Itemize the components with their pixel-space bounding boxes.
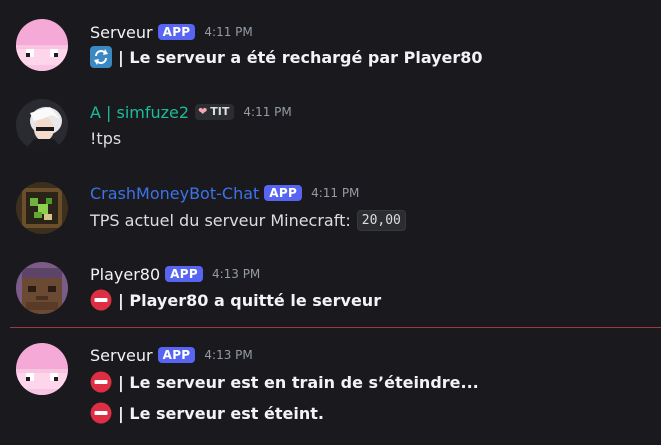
refresh-icon <box>90 46 112 68</box>
no-entry-icon <box>90 402 112 424</box>
no-entry-icon <box>90 289 112 311</box>
app-badge: APP <box>157 347 196 363</box>
message-text: | Player80 a quitté le serveur <box>118 290 382 310</box>
heart-icon: ❤ <box>198 105 208 118</box>
timestamp[interactable]: 4:11 PM <box>311 186 359 200</box>
message-line: TPS actuel du serveur Minecraft: 20,00 <box>90 208 406 232</box>
message-line: | Le serveur a été rechargé par Player80 <box>90 45 483 69</box>
message-line: | Le serveur est éteint. <box>90 401 324 425</box>
message-text: !tps <box>90 128 122 148</box>
pink-sheep-avatar[interactable] <box>16 343 68 395</box>
message-text: TPS actuel du serveur Minecraft: <box>90 210 351 230</box>
username[interactable]: A | simfuze2 <box>90 103 189 122</box>
message-text: | Le serveur est en train de s’éteindre.… <box>118 372 479 392</box>
no-entry-icon <box>90 371 112 393</box>
app-badge: APP <box>157 24 196 40</box>
timestamp[interactable]: 4:13 PM <box>212 267 260 281</box>
chat-message-list: Serveur APP 4:11 PM | Le serveur a été r… <box>0 0 661 445</box>
timestamp[interactable]: 4:11 PM <box>204 25 252 39</box>
message-line: | Le serveur est en train de s’éteindre.… <box>90 370 479 394</box>
app-badge: APP <box>264 185 303 201</box>
minecraft-head-avatar[interactable] <box>16 262 68 314</box>
message-line: | Player80 a quitté le serveur <box>90 288 381 312</box>
username[interactable]: Player80 <box>90 265 160 284</box>
guild-tag[interactable]: ❤ TIT <box>195 104 235 120</box>
message-text: | Le serveur a été rechargé par Player80 <box>118 47 483 67</box>
guild-tag-label: TIT <box>210 105 230 118</box>
username[interactable]: Serveur <box>90 346 153 365</box>
inline-code: 20,00 <box>356 209 406 231</box>
username[interactable]: CrashMoneyBot-Chat <box>90 184 259 203</box>
pink-sheep-avatar[interactable] <box>16 19 68 71</box>
message-text: | Le serveur est éteint. <box>118 403 324 423</box>
anime-character-avatar[interactable] <box>16 99 68 151</box>
username[interactable]: Serveur <box>90 23 153 42</box>
money-block-avatar[interactable] <box>16 182 68 234</box>
timestamp[interactable]: 4:13 PM <box>204 348 252 362</box>
app-badge: APP <box>165 266 203 282</box>
timestamp[interactable]: 4:11 PM <box>243 105 291 119</box>
new-messages-divider <box>10 327 661 328</box>
message-line: !tps <box>90 126 121 150</box>
